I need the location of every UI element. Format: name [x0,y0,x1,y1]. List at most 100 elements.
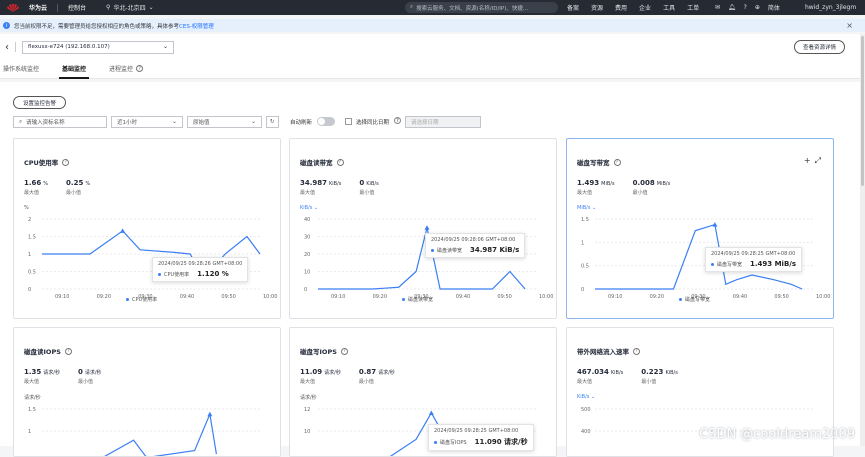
chart-legend[interactable]: CPU使用率 [126,296,157,303]
top-nav-3[interactable]: 企业 [639,3,651,12]
huawei-logo-icon[interactable] [4,0,21,15]
tab-basic-monitor[interactable]: 基础监控 [59,59,89,78]
refresh-button[interactable]: ↻ [266,116,279,128]
metric-card-3[interactable]: 磁盘读IOPS? 1.35请求/秒最大值 0请求/秒最小值 请求/秒1.51 [13,327,281,457]
x-tick-label: 09:40 [180,294,194,300]
axis-unit-label[interactable]: KiB/s ⌄ [300,205,318,211]
add-icon[interactable]: + [804,156,811,166]
aggregation-select[interactable]: 原始值⌄ [187,116,262,128]
x-tick-label: 09:10 [55,294,69,300]
metric-card-0[interactable]: CPU使用率? 1.66%最大值 0.25%最小值 %21.510.5009:1… [13,138,281,319]
set-alarm-button[interactable]: 设置监控告警 [13,96,66,109]
view-resource-button[interactable]: 查看资源详情 [794,40,845,54]
back-arrow-icon[interactable]: ‹ [5,42,9,53]
help-circle-icon[interactable]: ? [394,117,401,124]
notification-icon[interactable]: 🔔︎ [728,4,736,11]
tooltip-series: 磁盘读带宽 [437,247,462,254]
tooltip-time: 2024/09/25 09:28:25 GMT+08:00 [711,251,796,257]
compare-label: 选择同比日期 [356,118,389,126]
y-tick-label: 0 [304,287,307,293]
top-nav-2[interactable]: 费用 [615,3,627,12]
line-chart[interactable]: 40302010009:1009:2009:3009:4009:5010:00 [290,213,557,319]
x-tick-label: 09:20 [97,294,111,300]
chart-tooltip: 2024/09/25 09:28:06 GMT+08:00磁盘读带宽34.987… [425,233,525,258]
region-selector[interactable]: ⚲ 华北-北京四 ⌄ [106,3,154,12]
max-marker [712,222,717,227]
permission-notice: i 您当前权限不足，需要管理员给您授权相应的角色或策略，具体参考 CES-权限管… [0,19,865,32]
x-tick-label: 09:40 [456,294,470,300]
auto-refresh-label: 自动刷新 [290,118,312,126]
max-value: 11.09请求/秒最大值 [300,368,341,385]
x-tick-label: 09:50 [497,294,511,300]
metric-card-1[interactable]: 磁盘读带宽? 34.987KiB/s最大值 0KiB/s最小值 KiB/s ⌄4… [289,138,557,319]
top-nav-0[interactable]: 备案 [567,3,579,12]
auto-refresh-toggle[interactable] [317,117,335,126]
help-icon[interactable]: ? [744,4,747,11]
y-tick-label: 400 [581,429,591,435]
y-tick-label: 10 [304,429,310,435]
help-circle-icon[interactable]: ? [65,348,72,355]
axis-unit-label[interactable]: 请求/秒 [300,394,317,401]
instance-select[interactable]: flexusx-e724 (192.168.0.107) ⌄ [22,41,174,54]
x-tick-label: 10:00 [263,294,277,300]
card-title: 磁盘读带宽? [300,157,344,167]
metric-search-input[interactable]: ⌕ 请输入资标名称 [13,116,107,128]
chart-tooltip: 2024/09/25 09:28:26 GMT+08:00CPU使用率1.120… [152,257,248,282]
page-scrollbar[interactable] [860,34,865,446]
tooltip-value: 1.120 % [197,270,229,278]
chart-legend[interactable]: 磁盘写带宽 [679,296,710,303]
help-circle-icon[interactable]: ? [614,159,621,166]
y-tick-label: 1 [28,252,31,258]
x-tick-label: 10:00 [816,294,830,300]
metric-card-4[interactable]: 磁盘写IOPS? 11.09请求/秒最大值 0.87请求/秒最小值 请求/秒12… [289,327,557,457]
search-icon: ⌕ [410,4,413,11]
metric-card-2[interactable]: 磁盘写带宽? + ⤢ 1.493MiB/s最大值 0.008MiB/s最小值 Mi… [566,138,834,319]
expand-icon[interactable]: ⤢ [815,156,821,166]
tooltip-series: 磁盘写IOPS [440,439,467,446]
message-icon[interactable]: ✉ [715,4,720,11]
y-tick-label: 1 [28,429,31,435]
top-nav-4[interactable]: 工具 [663,3,675,12]
language-label[interactable]: 简体 [768,3,780,12]
close-icon[interactable]: × [846,21,853,30]
help-circle-icon[interactable]: ? [633,348,640,355]
max-marker [207,412,212,417]
series-line[interactable] [42,414,216,457]
top-nav-5[interactable]: 工单 [687,3,699,12]
brand-name[interactable]: 华为云 [29,3,47,12]
y-tick-label: 40 [304,217,310,223]
compare-date-input[interactable]: 请选择日期 [405,116,481,128]
globe-icon[interactable]: ⊕ [755,4,760,11]
notice-link[interactable]: CES-权限管理 [179,22,214,30]
help-circle-icon[interactable]: ? [136,65,143,72]
axis-unit-label: % [24,205,29,211]
time-range-select[interactable]: 近1小时⌄ [111,116,183,128]
max-value: 1.493MiB/s最大值 [577,179,615,196]
card-title: CPU使用率? [24,157,69,167]
axis-unit-label[interactable]: KiB/s ⌄ [577,394,595,400]
tab-process-monitor[interactable]: 进程监控? [106,59,146,78]
user-account[interactable]: hwid_zyn_3jlegm [805,0,856,15]
notice-text: 您当前权限不足，需要管理员给您授权相应的角色或策略，具体参考 [14,22,179,30]
chart-legend[interactable]: 磁盘读带宽 [402,296,433,303]
min-value: 0.008MiB/s最小值 [633,179,671,196]
help-circle-icon[interactable]: ? [337,159,344,166]
search-icon: ⌕ [19,119,22,126]
axis-unit-label[interactable]: 请求/秒 [24,394,41,401]
min-value: 0.87请求/秒最小值 [359,368,395,385]
max-marker [425,225,430,230]
help-circle-icon[interactable]: ? [341,348,348,355]
tab-os-monitor[interactable]: 操作系统监控 [0,59,42,78]
compare-checkbox[interactable] [345,118,352,125]
top-nav-bar: 华为云 控制台 ⚲ 华北-北京四 ⌄ ⌕ 搜索云服务、文档、资源(名称/ID/I… [0,0,865,15]
max-value: 467.034KiB/s最大值 [577,368,623,385]
line-chart[interactable]: 1.51 [14,403,281,457]
help-circle-icon[interactable]: ? [62,159,69,166]
y-tick-label: 500 [581,407,591,413]
global-search-input[interactable]: ⌕ 搜索云服务、文档、资源(名称/ID/IP)、快捷... [405,2,558,13]
console-link[interactable]: 控制台 [68,3,86,12]
card-title: 带外网络流入速率? [577,346,640,356]
y-tick-label: 1.5 [28,407,36,413]
axis-unit-label[interactable]: MiB/s ⌄ [577,205,596,211]
top-nav-1[interactable]: 资源 [591,3,603,12]
